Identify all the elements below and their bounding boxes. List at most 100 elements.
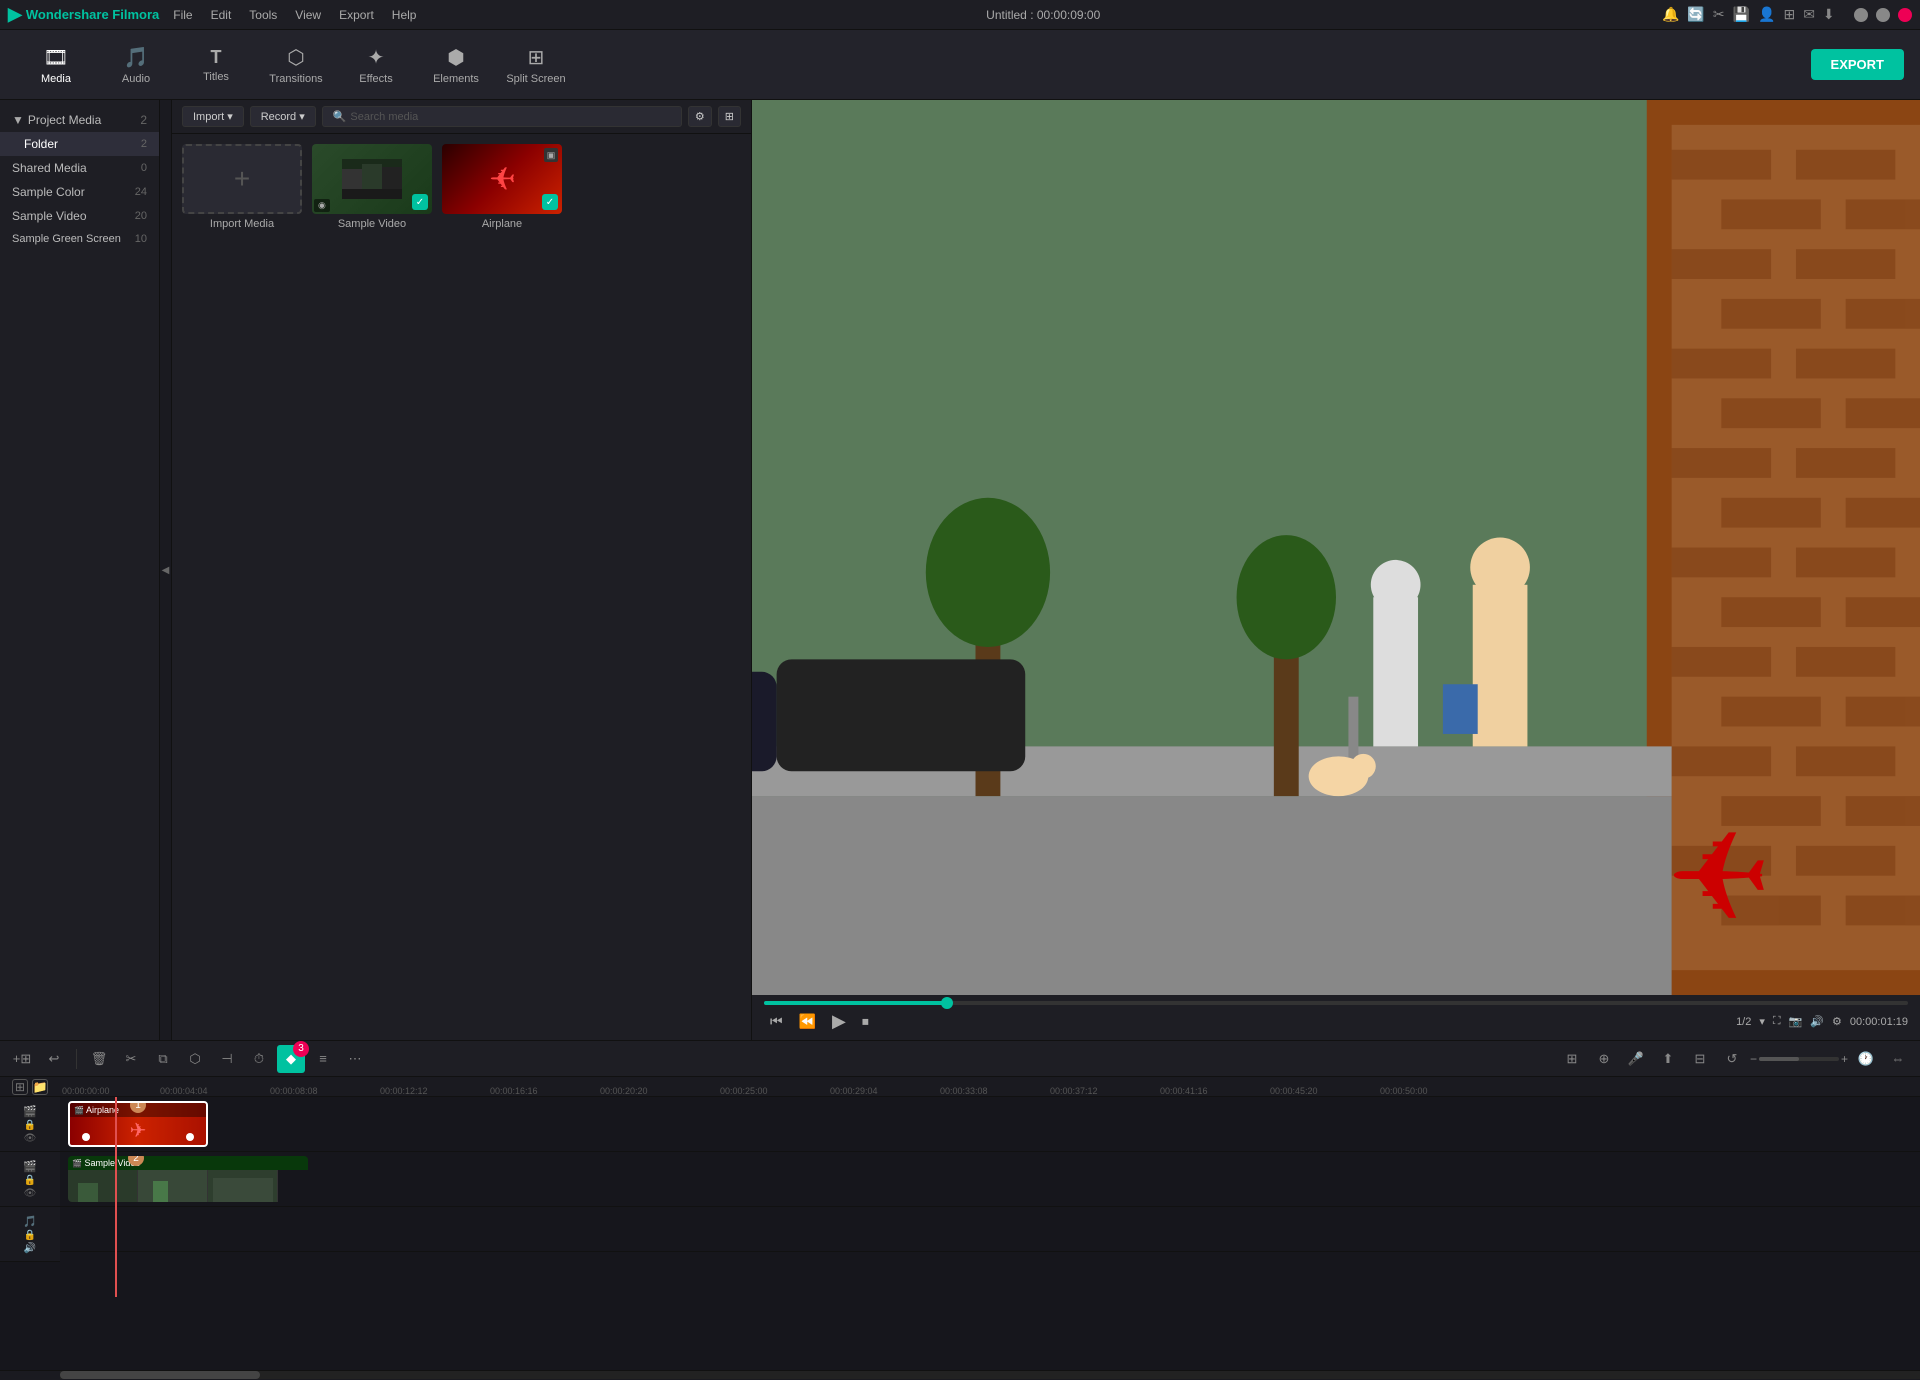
tl-mic-btn[interactable]: 🎤 (1622, 1045, 1650, 1073)
audio-track-lock-icon[interactable]: 🔒 (24, 1230, 36, 1241)
preview-play-icon[interactable]: ▶ (826, 1009, 852, 1034)
menu-help[interactable]: Help (384, 6, 425, 24)
toolbar-effects[interactable]: ✦ Effects (336, 35, 416, 95)
import-thumb[interactable]: + (182, 144, 302, 214)
menu-tools[interactable]: Tools (241, 6, 285, 24)
preview-volume-icon[interactable]: 🔊 (1810, 1015, 1824, 1028)
tl-fit-btn[interactable]: ⊞ (1558, 1045, 1586, 1073)
zoom-in-icon[interactable]: + (1841, 1052, 1848, 1066)
tl-clock-btn[interactable]: 🕐 (1852, 1045, 1880, 1073)
sidebar-collapse[interactable]: ◀ (160, 100, 172, 1040)
sample-video-thumb[interactable]: ◉ ✓ (312, 144, 432, 214)
airplane-item[interactable]: ✈ ▣ ✓ Airplane (442, 144, 562, 230)
preview-snapshot-icon[interactable]: 📷 (1789, 1015, 1803, 1028)
tl-add-track-btn[interactable]: +⊞ (8, 1045, 36, 1073)
bell-icon[interactable]: 🔔 (1662, 6, 1679, 23)
audio-track-row (60, 1207, 1920, 1252)
menu-bar: File Edit Tools View Export Help (165, 6, 424, 24)
preview-buttons: ⏮ ⏪ ▶ ⏹ 1/2 ▾ ⛶ 📷 🔊 ⚙ 00:00:01:19 (764, 1009, 1908, 1034)
scissors-icon[interactable]: ✂ (1713, 6, 1725, 23)
window-maximize[interactable] (1876, 8, 1890, 22)
record-dropdown[interactable]: Record ▾ (250, 106, 316, 127)
tl-audio-btn[interactable]: ≡ (309, 1045, 337, 1073)
toolbar-titles[interactable]: T Titles (176, 35, 256, 95)
menu-edit[interactable]: Edit (203, 6, 240, 24)
h-scrollbar[interactable] (0, 1370, 1920, 1380)
menu-file[interactable]: File (165, 6, 200, 24)
refresh-icon[interactable]: 🔄 (1687, 6, 1704, 23)
preview-settings-icon[interactable]: ⚙ (1832, 1015, 1842, 1028)
preview-progress-bar[interactable] (764, 1001, 1908, 1005)
clip-start-handle[interactable] (82, 1133, 90, 1141)
sidebar-sample-color[interactable]: Sample Color 24 (0, 180, 159, 204)
airplane-clip-icon: 🎬 (74, 1106, 84, 1115)
tl-export2-btn[interactable]: ⬆ (1654, 1045, 1682, 1073)
preview-speed-dropdown[interactable]: ▾ (1759, 1015, 1765, 1028)
effects-icon: ✦ (368, 45, 385, 70)
window-title: Untitled : 00:00:09:00 (986, 8, 1100, 22)
user-icon[interactable]: 👤 (1758, 6, 1775, 23)
menu-view[interactable]: View (287, 6, 329, 24)
zoom-control: − + (1750, 1052, 1848, 1066)
sample-clip[interactable]: 🎬 Sample Video (68, 1156, 308, 1202)
tl-trim-btn[interactable]: ⊣ (213, 1045, 241, 1073)
track-1-icons: 🎬 🔒 👁 (23, 1105, 37, 1144)
sidebar-wrap: ▼ Project Media 2 Folder 2 Shared Media … (0, 100, 172, 1040)
sidebar-project-media[interactable]: ▼ Project Media 2 (0, 108, 159, 132)
tl-cut2-btn[interactable]: ⊟ (1686, 1045, 1714, 1073)
import-media-item[interactable]: + Import Media (182, 144, 302, 230)
save-icon[interactable]: 💾 (1733, 6, 1750, 23)
toolbar-transitions[interactable]: ⬡ Transitions (256, 35, 336, 95)
airplane-thumb[interactable]: ✈ ▣ ✓ (442, 144, 562, 214)
preview-fullscreen-icon[interactable]: ⛶ (1773, 1015, 1781, 1028)
menu-export[interactable]: Export (331, 6, 382, 24)
tl-delete-btn[interactable]: 🗑 (85, 1045, 113, 1073)
sidebar-sample-green[interactable]: Sample Green Screen 10 (0, 228, 159, 250)
layout-icon[interactable]: ⊞ (1783, 6, 1795, 23)
toolbar-splitscreen[interactable]: ⊞ Split Screen (496, 35, 576, 95)
window-minimize[interactable] (1854, 8, 1868, 22)
export-button[interactable]: EXPORT (1811, 49, 1904, 80)
toolbar-media[interactable]: 🎞 Media (16, 35, 96, 95)
track-1-eye-icon[interactable]: 👁 (24, 1133, 37, 1144)
sidebar-folder[interactable]: Folder 2 (0, 132, 159, 156)
grid-view-btn[interactable]: ⊞ (718, 106, 741, 127)
tl-resize-btn[interactable]: ⇔ (1884, 1045, 1912, 1073)
add-folder-icon[interactable]: 📁 (32, 1079, 48, 1095)
download-icon[interactable]: ⬇ (1823, 6, 1835, 23)
tl-snap-btn[interactable]: ↩ (40, 1045, 68, 1073)
tl-shield-btn[interactable]: ⊕ (1590, 1045, 1618, 1073)
tl-more-btn[interactable]: ⋯ (341, 1045, 369, 1073)
track-1-type-icon: 🎬 (23, 1105, 37, 1118)
toolbar-audio[interactable]: 🎵 Audio (96, 35, 176, 95)
zoom-slider[interactable] (1759, 1057, 1839, 1061)
add-track-icon[interactable]: ⊞ (12, 1079, 28, 1095)
sidebar-shared-media[interactable]: Shared Media 0 (0, 156, 159, 180)
h-scrollbar-thumb[interactable] (60, 1371, 260, 1379)
clip-end-handle[interactable] (186, 1133, 194, 1141)
airplane-clip[interactable]: 🎬 Airplane ✈ 1 (68, 1101, 208, 1147)
filter-btn[interactable]: ⚙ (688, 106, 712, 127)
zoom-out-icon[interactable]: − (1750, 1052, 1757, 1066)
audio-track-mute-icon[interactable]: 🔊 (24, 1243, 36, 1254)
preview-controls: ⏮ ⏪ ▶ ⏹ 1/2 ▾ ⛶ 📷 🔊 ⚙ 00:00:01:19 (752, 995, 1920, 1040)
preview-skip-back-icon[interactable]: ⏮ (764, 1011, 789, 1032)
tl-copy-btn[interactable]: ⧉ (149, 1045, 177, 1073)
message-icon[interactable]: ✉ (1803, 6, 1815, 23)
sidebar-sample-video[interactable]: Sample Video 20 (0, 204, 159, 228)
import-dropdown[interactable]: Import ▾ (182, 106, 244, 127)
tl-cut-btn[interactable]: ✂ (117, 1045, 145, 1073)
track-1-lock-icon[interactable]: 🔒 (24, 1120, 36, 1131)
track-2-row: 🎬 Sample Video (60, 1152, 1920, 1207)
track-2-lock-icon[interactable]: 🔒 (24, 1175, 36, 1186)
preview-step-back-icon[interactable]: ⏪ (793, 1011, 822, 1032)
track-2-eye-icon[interactable]: 👁 (24, 1188, 37, 1199)
sample-video-item[interactable]: ◉ ✓ Sample Video (312, 144, 432, 230)
progress-handle[interactable] (941, 997, 953, 1009)
tl-paste-btn[interactable]: ⬡ (181, 1045, 209, 1073)
tl-loop-btn[interactable]: ↺ (1718, 1045, 1746, 1073)
tl-speed-btn[interactable]: ⏱ (245, 1045, 273, 1073)
window-close[interactable] (1898, 8, 1912, 22)
toolbar-elements[interactable]: ⬢ Elements (416, 35, 496, 95)
preview-stop-icon[interactable]: ⏹ (856, 1011, 875, 1032)
